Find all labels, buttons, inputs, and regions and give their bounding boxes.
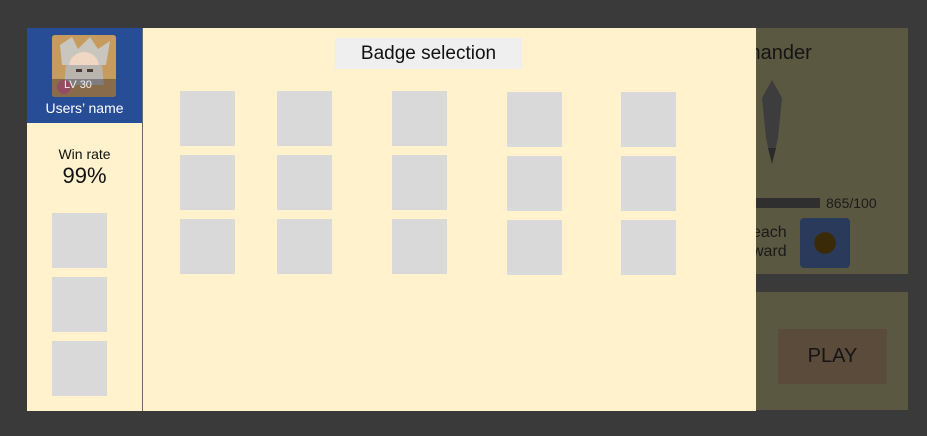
equipped-badge-slot[interactable] [52,213,107,268]
gold-medallion-icon [800,218,850,268]
badge-slot[interactable] [507,156,562,211]
progress-text: 865/100 [826,195,877,211]
progress-fill [756,198,820,208]
badge-slot[interactable] [277,91,332,146]
reach-text-line1: each [752,224,787,241]
badge-slot[interactable] [180,155,235,210]
badge-slot[interactable] [277,219,332,274]
equipped-badge-slot[interactable] [52,277,107,332]
win-rate-label: Win rate [58,146,111,162]
badge-slot[interactable] [392,155,447,210]
badge-slot[interactable] [507,92,562,147]
reach-text-line2: ward [752,243,787,260]
badge-slot[interactable] [621,92,676,147]
badge-slot[interactable] [392,91,447,146]
equipped-badge-slot[interactable] [52,341,107,396]
avatar-level-badge: LV 30 [64,79,92,91]
badge-slot[interactable] [621,220,676,275]
badge-slot[interactable] [180,219,235,274]
badge-slot[interactable] [180,91,235,146]
weapon-icon [762,80,782,164]
panel-divider [142,28,143,411]
win-rate-value: 99% [62,163,107,188]
badge-selection-title: Badge selection [335,38,522,69]
badge-slot[interactable] [277,155,332,210]
progress-bar [756,198,820,208]
badge-slot[interactable] [621,156,676,211]
badge-slot[interactable] [392,219,447,274]
play-button[interactable]: PLAY [778,329,887,384]
user-name: Users’ name [45,100,124,116]
badge-slot[interactable] [507,220,562,275]
